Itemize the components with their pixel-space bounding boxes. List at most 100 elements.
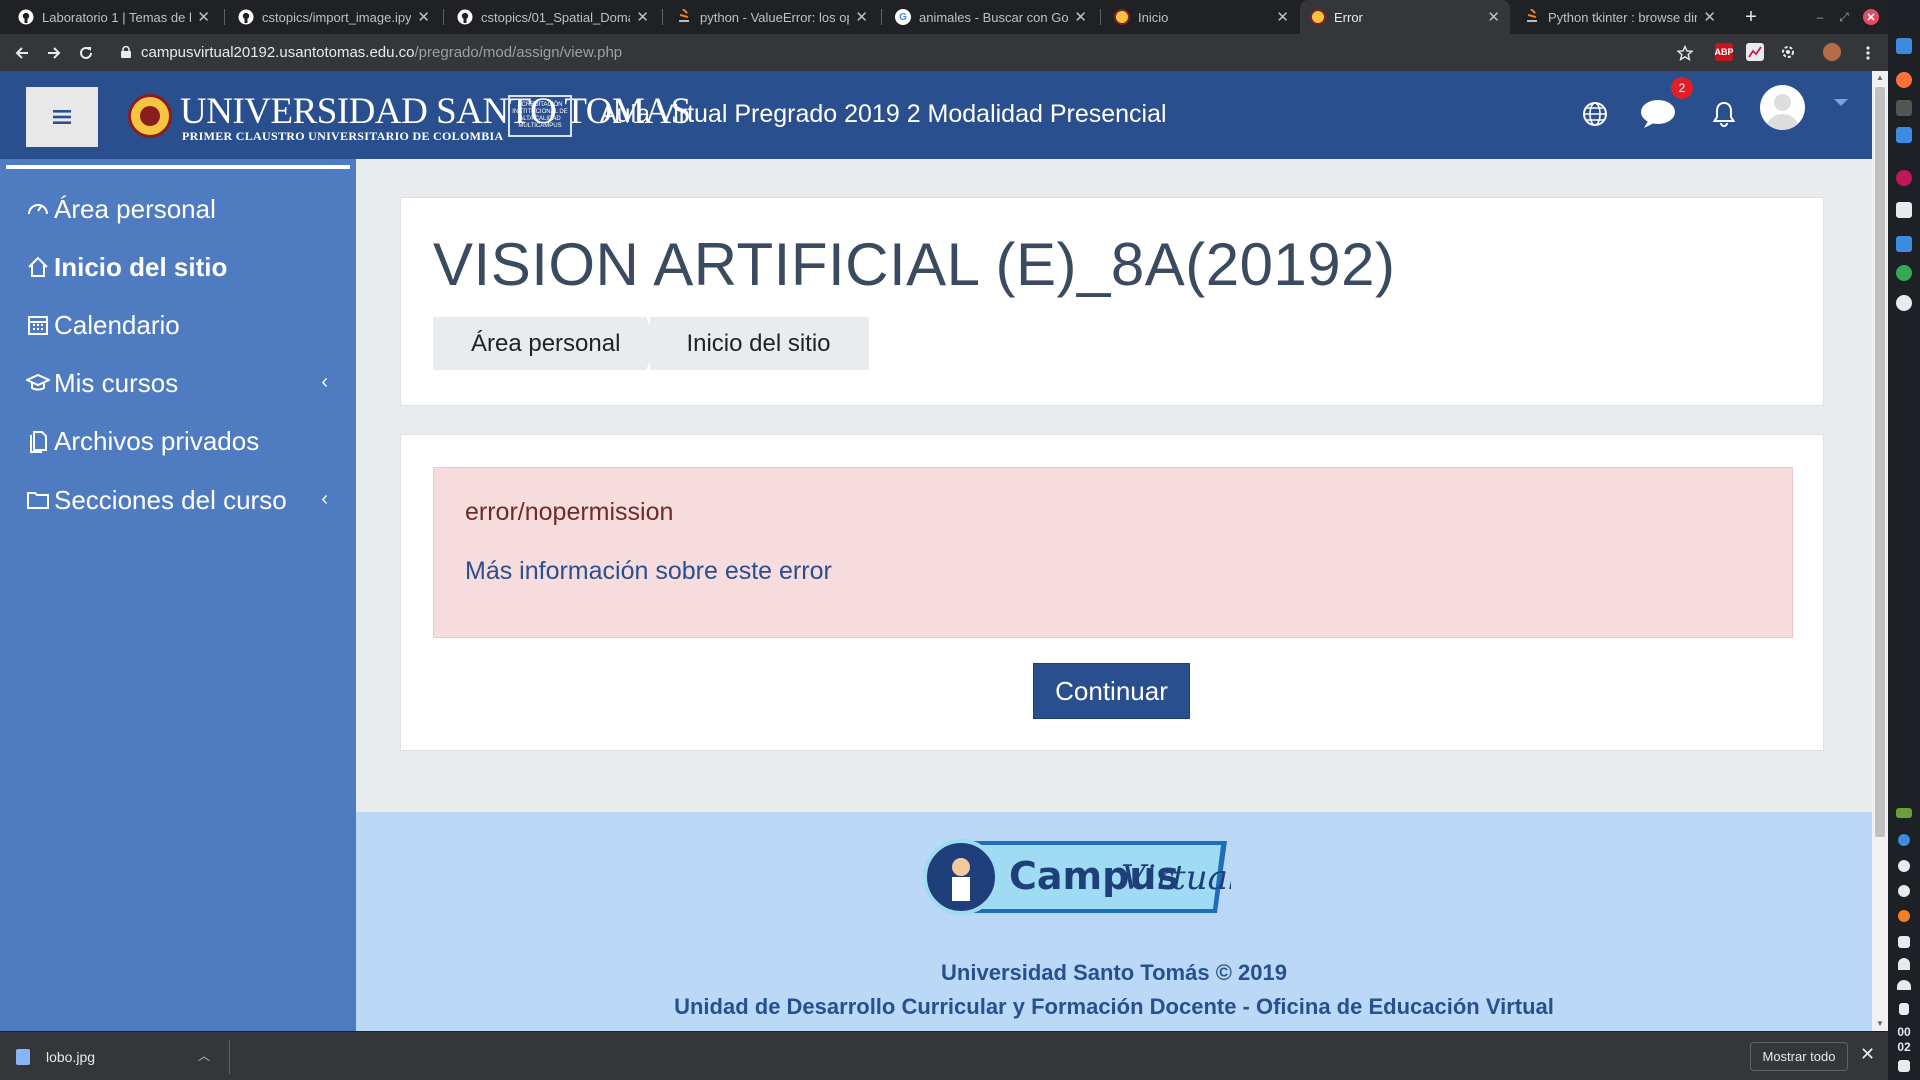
chevron-left-icon[interactable]: ‹ <box>321 488 328 511</box>
web-page: UNIVERSIDAD SANTO TOMAS PRIMER CLAUSTRO … <box>0 71 1872 1031</box>
browser-menu-icon[interactable] <box>1854 34 1882 71</box>
browser-tab[interactable]: Laboratorio 1 | Temas de l ✕ <box>8 0 220 34</box>
folder-app-icon[interactable] <box>1896 236 1912 252</box>
campus-virtual-logo[interactable]: Campus Virtual <box>921 837 1231 917</box>
browser-tab[interactable]: Python tkinter : browse dir ✕ <box>1514 0 1726 34</box>
url-host: campusvirtual20192.usantotomas.edu.co <box>141 44 415 61</box>
menu-toggle-button[interactable] <box>26 87 98 147</box>
footer-copyright: Universidad Santo Tomás © 2019 <box>941 960 1287 985</box>
sidebar-item-inicio-del-sitio[interactable]: Inicio del sitio <box>24 247 334 287</box>
close-tab-icon[interactable]: ✕ <box>417 8 430 26</box>
error-code: error/nopermission <box>465 498 674 526</box>
close-tab-icon[interactable]: ✕ <box>1074 8 1087 26</box>
chevron-left-icon[interactable]: ‹ <box>321 371 328 394</box>
download-item[interactable]: lobo.jpg <box>16 1032 228 1080</box>
close-tab-icon[interactable]: ✕ <box>636 8 649 26</box>
chevron-up-icon[interactable]: ︿ <box>198 1047 210 1064</box>
sidebar-item-secciones-del-curso[interactable]: Secciones del curso ‹ <box>24 480 334 520</box>
moodle-icon <box>1114 9 1130 25</box>
settings-app-icon[interactable] <box>1896 170 1912 186</box>
user-menu-caret-icon[interactable] <box>1834 99 1848 106</box>
tab-separator <box>1100 9 1101 25</box>
continue-button[interactable]: Continuar <box>1033 663 1190 719</box>
window-app-icon[interactable] <box>1896 202 1912 218</box>
download-bar: lobo.jpg ︿ Mostrar todo ✕ <box>0 1031 1888 1080</box>
minimize-window-icon[interactable]: – <box>1810 0 1830 34</box>
sidebar-divider <box>6 165 350 169</box>
firefox-icon[interactable] <box>1896 72 1912 88</box>
messages-icon[interactable] <box>1640 99 1676 129</box>
browser-tab[interactable]: cstopics/01_Spatial_Domai ✕ <box>447 0 659 34</box>
user-icon[interactable] <box>1898 958 1910 970</box>
battery-icon[interactable] <box>1899 1003 1909 1015</box>
github-icon <box>457 9 473 25</box>
sidebar-item-area-personal[interactable]: Área personal <box>24 189 334 229</box>
scroll-up-arrow-icon[interactable]: ▲ <box>1875 73 1885 82</box>
bluetooth-icon[interactable] <box>1898 885 1910 897</box>
error-more-info-link[interactable]: Más información sobre este error <box>465 557 832 586</box>
bookmark-star-icon[interactable] <box>1671 34 1699 71</box>
breadcrumb-label: Inicio del sitio <box>686 329 831 357</box>
scrollbar-thumb[interactable] <box>1875 87 1885 837</box>
close-tab-icon[interactable]: ✕ <box>1276 8 1289 26</box>
inkscape-icon[interactable] <box>1896 295 1912 311</box>
download-file-name: lobo.jpg <box>46 1048 96 1065</box>
adblock-extension-icon[interactable]: ABP <box>1715 43 1734 61</box>
browser-tab[interactable]: cstopics/import_image.ipy ✕ <box>228 0 440 34</box>
profile-avatar-icon[interactable] <box>1823 43 1841 61</box>
scroll-down-arrow-icon[interactable]: ▼ <box>1875 1019 1885 1028</box>
chart-extension-icon[interactable] <box>1746 43 1764 61</box>
message-count-badge: 2 <box>1671 77 1693 99</box>
user-avatar[interactable] <box>1760 85 1805 130</box>
reload-icon[interactable] <box>72 34 100 71</box>
volume-icon[interactable] <box>1898 1060 1910 1072</box>
window-app-icon[interactable] <box>1896 38 1912 54</box>
update-icon[interactable] <box>1898 910 1910 922</box>
browser-tab-active[interactable]: Error ✕ <box>1300 0 1510 34</box>
tray-icon[interactable] <box>1896 808 1912 818</box>
close-window-icon[interactable] <box>1860 0 1882 34</box>
close-tab-icon[interactable]: ✕ <box>1487 8 1500 26</box>
stackoverflow-icon <box>676 9 692 25</box>
show-all-downloads-button[interactable]: Mostrar todo <box>1750 1042 1848 1071</box>
address-bar[interactable]: campusvirtual20192.usantotomas.edu.co/pr… <box>141 44 622 61</box>
close-download-bar-icon[interactable]: ✕ <box>1860 1044 1875 1065</box>
chrome-icon[interactable] <box>1896 265 1912 281</box>
close-tab-icon[interactable]: ✕ <box>855 8 868 26</box>
files-icon <box>24 427 52 455</box>
sidebar-item-mis-cursos[interactable]: Mis cursos ‹ <box>24 363 334 403</box>
screenshot-icon[interactable] <box>1898 936 1910 948</box>
terminal-icon[interactable] <box>1896 100 1912 116</box>
gear-extension-icon[interactable] <box>1779 43 1797 61</box>
globe-icon[interactable] <box>1580 99 1610 129</box>
close-tab-icon[interactable]: ✕ <box>1703 8 1716 26</box>
bluetooth-icon[interactable] <box>1898 860 1910 872</box>
page-header-card: VISION ARTIFICIAL (E)_8A(20192) Área per… <box>400 197 1824 406</box>
lock-icon[interactable] <box>121 45 131 58</box>
notifications-bell-icon[interactable] <box>1709 99 1739 129</box>
site-title[interactable]: Aula Virtual Pregrado 2019 2 Modalidad P… <box>600 100 1167 129</box>
browser-tab-strip: Laboratorio 1 | Temas de l ✕ cstopics/im… <box>0 0 1888 34</box>
sidebar-item-label: Calendario <box>54 309 180 340</box>
sidebar-item-archivos-privados[interactable]: Archivos privados <box>24 421 334 461</box>
clock-minutes: 02 <box>1897 1040 1911 1054</box>
files-app-icon[interactable] <box>1896 127 1912 143</box>
breadcrumb-item-inicio-del-sitio[interactable]: Inicio del sitio <box>650 317 869 370</box>
browser-tab[interactable]: python - ValueError: los op ✕ <box>666 0 878 34</box>
sidebar-item-calendario[interactable]: Calendario <box>24 305 334 345</box>
back-arrow-icon[interactable] <box>8 34 36 71</box>
stackoverflow-icon <box>1524 9 1540 25</box>
forward-arrow-icon[interactable] <box>40 34 68 71</box>
university-seal-logo[interactable] <box>128 94 172 138</box>
sidebar-item-label: Archivos privados <box>54 425 260 456</box>
breadcrumb-item-area-personal[interactable]: Área personal <box>433 317 659 370</box>
shield-icon[interactable] <box>1898 834 1910 846</box>
close-tab-icon[interactable]: ✕ <box>197 8 210 26</box>
maximize-window-icon[interactable]: ⤢ <box>1834 0 1854 34</box>
browser-tab[interactable]: Inicio ✕ <box>1104 0 1299 34</box>
dashboard-icon <box>24 195 52 223</box>
wifi-icon[interactable] <box>1897 980 1911 990</box>
browser-tab[interactable]: G animales - Buscar con Goo ✕ <box>885 0 1097 34</box>
new-tab-button[interactable]: + <box>1738 0 1764 34</box>
page-scrollbar[interactable]: ▲ ▼ <box>1872 71 1888 1031</box>
